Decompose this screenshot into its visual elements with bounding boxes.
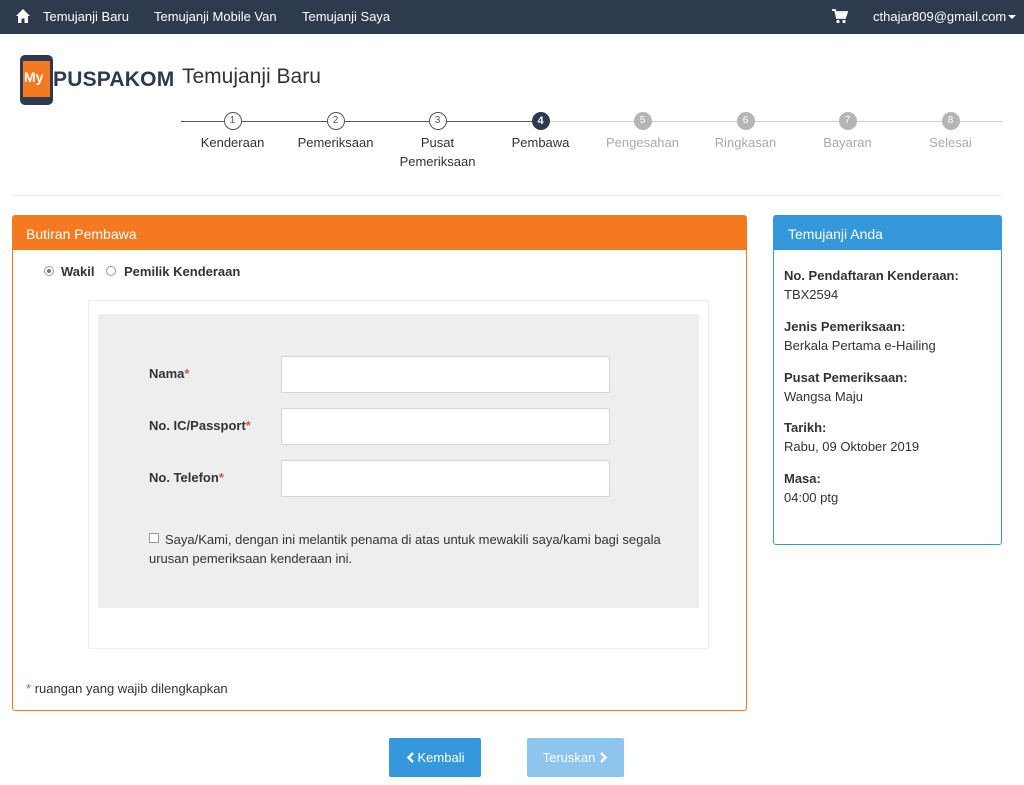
- step-label: Pembawa: [511, 135, 570, 150]
- required-fields-note: * ruangan yang wajib dilengkapkan: [26, 681, 228, 696]
- home-icon[interactable]: [15, 8, 31, 24]
- page-title: Temujanji Baru: [182, 65, 321, 88]
- ic-passport-input[interactable]: [281, 408, 610, 445]
- step-selesai: 8 Selesai: [899, 112, 1002, 152]
- summary-inspection-centre: Pusat Pemeriksaan: Wangsa Maju: [784, 368, 908, 406]
- nav-link-temujanji-baru[interactable]: Temujanji Baru: [43, 9, 129, 24]
- cart-icon[interactable]: [832, 9, 848, 24]
- user-menu[interactable]: cthajar809@gmail.com: [873, 9, 1006, 24]
- back-button-label: Kembali: [417, 750, 465, 765]
- nama-label: Nama*: [149, 366, 189, 381]
- step-number: 3: [428, 112, 447, 130]
- nav-link-temujanji-saya[interactable]: Temujanji Saya: [302, 9, 390, 24]
- ic-passport-label: No. IC/Passport*: [149, 418, 251, 433]
- progress-stepper: 1 Kenderaan 2 Pemeriksaan 3 Pusat Pemeri…: [181, 112, 1003, 172]
- summary-value: Rabu, 09 Oktober 2019: [784, 439, 920, 454]
- summary-inspection-type: Jenis Pemeriksaan: Berkala Pertama e-Hai…: [784, 317, 936, 355]
- required-asterisk: *: [245, 418, 251, 433]
- puspakom-logo[interactable]: My PUSPAKOM: [20, 55, 174, 105]
- step-number: 1: [223, 112, 242, 130]
- step-pemeriksaan: 2 Pemeriksaan: [284, 112, 387, 152]
- telefon-input[interactable]: [281, 460, 610, 497]
- radio-wakil[interactable]: [44, 266, 54, 276]
- required-asterisk: *: [218, 470, 224, 485]
- logo-my-text: My: [24, 69, 44, 85]
- radio-pemilik-kenderaan[interactable]: [106, 266, 116, 276]
- summary-key: No. Pendaftaran Kenderaan:: [784, 268, 959, 283]
- step-ringkasan: 6 Ringkasan: [694, 112, 797, 152]
- panel-title: Temujanji Anda: [774, 216, 1001, 250]
- required-asterisk: *: [184, 366, 190, 381]
- summary-key: Jenis Pemeriksaan:: [784, 319, 906, 334]
- consent-text[interactable]: Saya/Kami, dengan ini melantik penama di…: [149, 530, 669, 568]
- step-label: Bayaran: [823, 135, 872, 150]
- summary-value: Wangsa Maju: [784, 389, 863, 404]
- back-button[interactable]: Kembali: [389, 738, 481, 777]
- logo-brand-text: PUSPAKOM: [53, 68, 175, 91]
- step-pengesahan: 5 Pengesahan: [591, 112, 694, 152]
- carrier-details-panel: Butiran Pembawa Wakil Pemilik Kenderaan …: [12, 215, 747, 711]
- summary-value: Berkala Pertama e-Hailing: [784, 338, 936, 353]
- chevron-left-icon: [406, 752, 414, 763]
- ic-passport-label-text: No. IC/Passport: [149, 418, 246, 433]
- continue-button[interactable]: Teruskan: [527, 738, 624, 777]
- radio-pemilik-kenderaan-label[interactable]: Pemilik Kenderaan: [124, 264, 240, 279]
- step-label: Pemeriksaan: [297, 135, 374, 150]
- nama-label-text: Nama: [149, 366, 185, 381]
- step-number: 7: [838, 112, 857, 130]
- step-number: 2: [326, 112, 345, 130]
- radio-wakil-label[interactable]: Wakil: [61, 264, 94, 279]
- step-number: 8: [941, 112, 960, 130]
- summary-value: TBX2594: [784, 287, 839, 302]
- summary-key: Tarikh:: [784, 420, 827, 435]
- top-navbar: Temujanji Baru Temujanji Mobile Van Temu…: [0, 0, 1024, 34]
- summary-key: Pusat Pemeriksaan:: [784, 370, 908, 385]
- nama-input[interactable]: [281, 356, 610, 393]
- step-number: 4: [531, 112, 550, 130]
- step-label: Ringkasan: [714, 135, 777, 150]
- step-number: 6: [736, 112, 755, 130]
- step-pembawa: 4 Pembawa: [489, 112, 592, 152]
- step-label: Pusat Pemeriksaan: [399, 135, 476, 169]
- step-number: 5: [633, 112, 652, 130]
- chevron-down-icon[interactable]: [1008, 15, 1016, 19]
- summary-value: 04:00 ptg: [784, 490, 839, 505]
- summary-vehicle-reg: No. Pendaftaran Kenderaan: TBX2594: [784, 266, 959, 304]
- form-body: Nama* No. IC/Passport* No. Telefon* Saya…: [98, 314, 699, 608]
- step-kenderaan: 1 Kenderaan: [181, 112, 284, 152]
- step-pusat-pemeriksaan: 3 Pusat Pemeriksaan: [386, 112, 489, 171]
- appointment-summary-panel: Temujanji Anda No. Pendaftaran Kenderaan…: [773, 215, 1002, 545]
- required-note-text: ruangan yang wajib dilengkapkan: [34, 681, 228, 696]
- summary-key: Masa:: [784, 471, 821, 486]
- telefon-label: No. Telefon*: [149, 470, 224, 485]
- summary-time: Masa: 04:00 ptg: [784, 469, 838, 507]
- panel-title: Butiran Pembawa: [13, 216, 746, 250]
- step-bayaran: 7 Bayaran: [796, 112, 899, 152]
- continue-button-label: Teruskan: [542, 750, 596, 765]
- step-label: Pengesahan: [605, 135, 679, 150]
- step-label: Kenderaan: [200, 135, 265, 150]
- step-label: Selesai: [929, 135, 972, 150]
- header-divider: [12, 195, 1002, 196]
- nav-link-temujanji-mobile-van[interactable]: Temujanji Mobile Van: [154, 9, 277, 24]
- telefon-label-text: No. Telefon: [149, 470, 219, 485]
- form-container: Nama* No. IC/Passport* No. Telefon* Saya…: [88, 300, 709, 649]
- summary-date: Tarikh: Rabu, 09 Oktober 2019: [784, 418, 919, 456]
- required-asterisk: *: [26, 681, 32, 696]
- chevron-right-icon: [600, 752, 608, 763]
